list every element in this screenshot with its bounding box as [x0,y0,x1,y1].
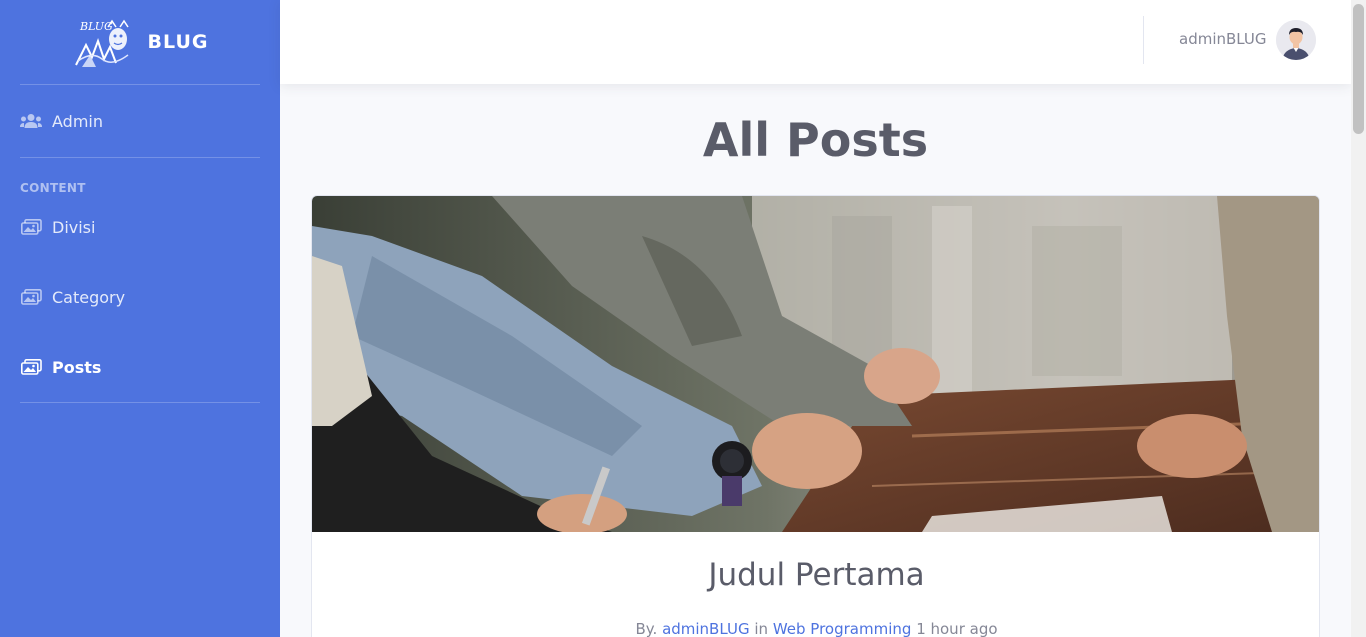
topbar-divider [1143,16,1144,64]
category-link[interactable]: Web Programming [773,620,912,637]
sidebar-item-label: Posts [52,357,102,377]
images-icon [20,358,42,376]
avatar[interactable] [1276,20,1316,60]
sidebar-item-label: Divisi [52,217,96,237]
sidebar-item-admin[interactable]: Admin [0,85,280,157]
page-title: All Posts [702,113,929,167]
scrollbar-thumb[interactable] [1353,4,1364,134]
meta-prefix: By. [635,620,658,637]
brand-name: BLUG [147,31,209,53]
sidebar-item-posts[interactable]: Posts [0,339,280,395]
post-time: 1 hour ago [916,620,998,637]
sidebar: BLUG BLUG Admin CONTENT Divisi Category … [0,0,280,637]
topbar: adminBLUG [280,0,1351,84]
meta-connector: in [754,620,769,637]
sidebar-item-category[interactable]: Category [0,269,280,325]
blug-logo-icon: BLUG [74,19,129,67]
images-icon [20,218,42,236]
sidebar-divider [20,402,260,403]
post-image[interactable] [312,196,1320,532]
brand[interactable]: BLUG BLUG [0,0,280,84]
post-meta: By. adminBLUG in Web Programming 1 hour … [312,620,1319,637]
user-name[interactable]: adminBLUG [1179,30,1267,48]
sidebar-item-label: Admin [52,111,103,131]
images-icon [20,288,42,306]
sidebar-heading-content: CONTENT [20,181,86,195]
user-avatar-icon [1276,20,1316,60]
post-title[interactable]: Judul Pertama [312,557,1319,593]
users-icon [20,112,42,130]
author-link[interactable]: adminBLUG [662,620,750,637]
sidebar-item-divisi[interactable]: Divisi [0,199,280,255]
sidebar-item-label: Category [52,287,126,307]
post-card: Judul Pertama By. adminBLUG in Web Progr… [311,195,1320,637]
